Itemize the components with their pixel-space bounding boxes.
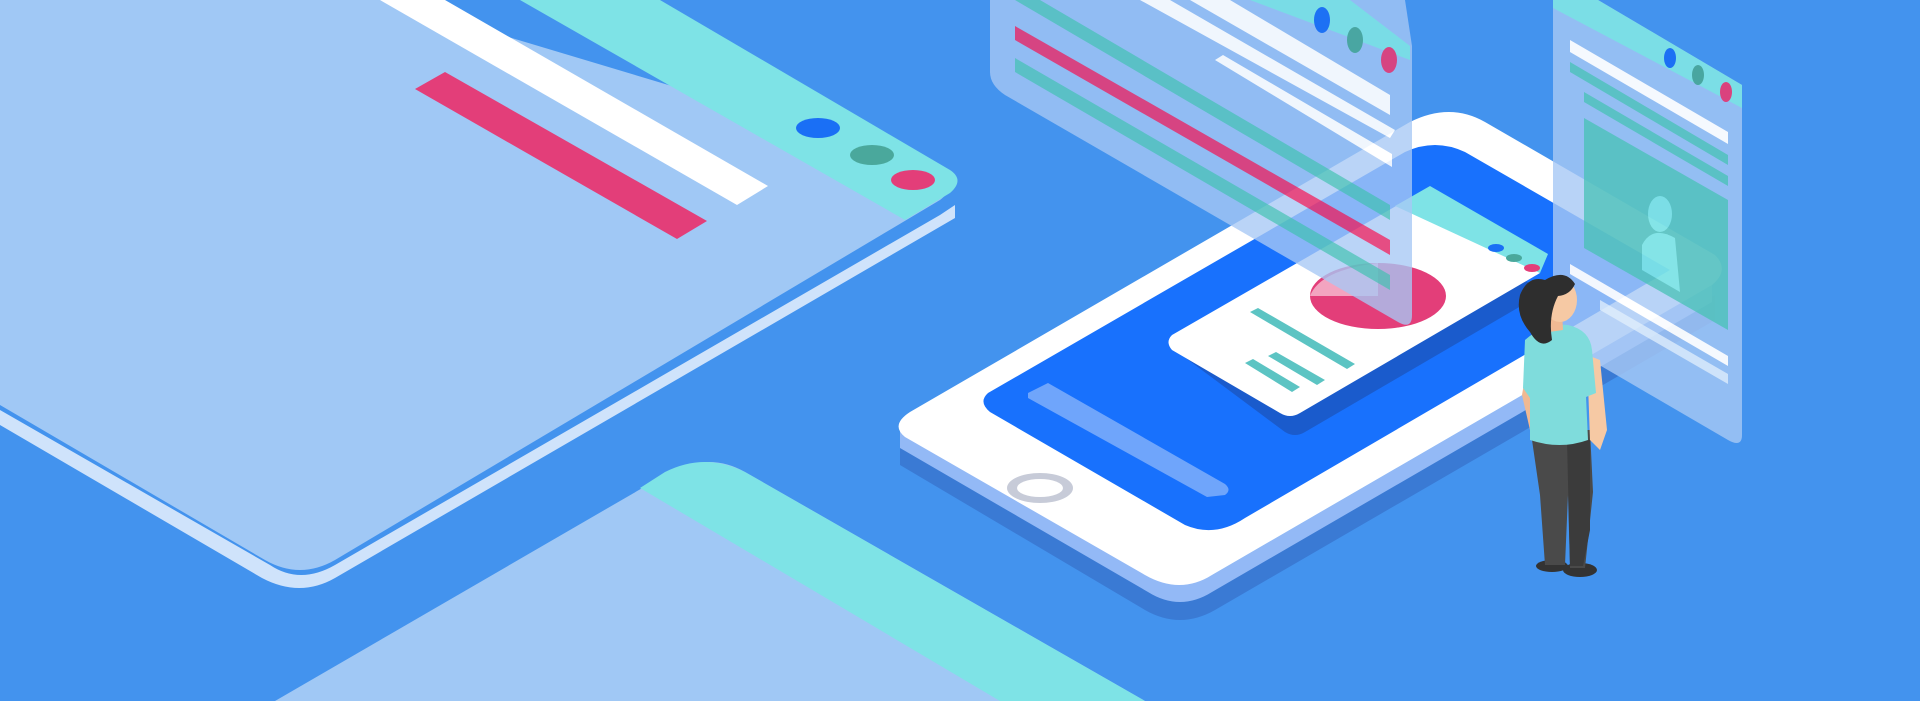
floating-dot-teal [1347,27,1363,53]
large-browser-window [0,0,958,588]
profile-dot-blue [1664,48,1676,68]
card-dot-blue [1488,244,1504,252]
window-dot-pink [891,170,935,190]
card-dot-pink [1524,264,1540,272]
window-dot-teal [850,145,894,165]
card-dot-teal [1506,254,1522,262]
profile-dot-teal [1692,65,1704,85]
person-shirt [1523,324,1596,445]
floating-dot-blue [1314,7,1330,33]
home-button-inner [1017,479,1063,497]
person-leg-shadow [1567,440,1590,566]
isometric-scene [0,0,1742,701]
profile-dot-pink [1720,82,1732,102]
window-dot-blue [796,118,840,138]
floating-dot-pink [1381,47,1397,73]
